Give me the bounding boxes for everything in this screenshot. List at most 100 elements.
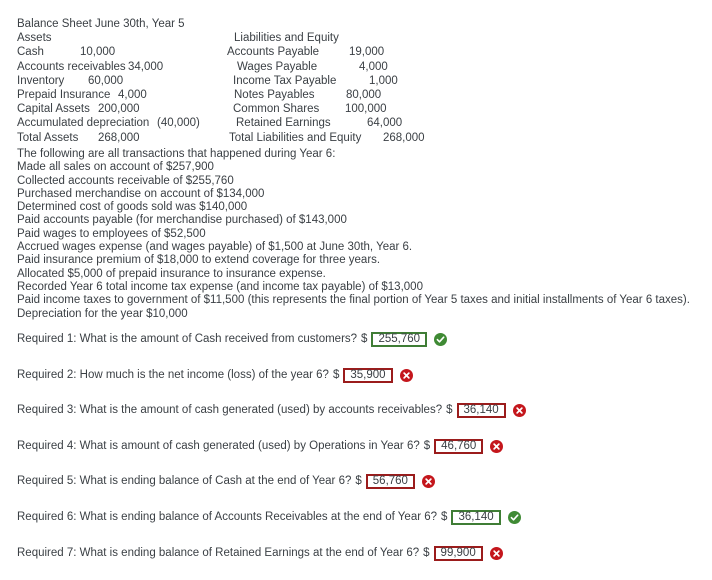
answer-input[interactable]: 99,900 — [433, 545, 483, 561]
x-circle-icon — [421, 475, 435, 489]
balance-sheet-row-label: Income Tax Payable — [233, 74, 337, 87]
x-circle-icon — [512, 404, 526, 418]
currency-symbol: $ — [332, 368, 340, 381]
required-question-text: Required 7: What is ending balance of Re… — [17, 546, 420, 559]
balance-sheet-row: Accounts Payable 19,000 — [224, 45, 524, 59]
transaction-line: Paid income taxes to government of $11,5… — [17, 294, 690, 307]
assets-column: Assets Cash 10,000 Accounts receivables 34,… — [17, 31, 224, 145]
required-question-row: Required 5: What is ending balance of Ca… — [17, 473, 707, 490]
transaction-line: Paid wages to employees of $52,500 — [17, 227, 206, 240]
balance-sheet-row: Retained Earnings 64,000 — [224, 116, 524, 130]
balance-sheet-row-amount: 268,000 — [383, 131, 425, 144]
answer-input[interactable]: 36,140 — [451, 509, 501, 525]
balance-sheet-row-label: Wages Payable — [237, 60, 318, 73]
balance-sheet-row: Income Tax Payable 1,000 — [224, 74, 524, 88]
required-question-row: Required 6: What is ending balance of Ac… — [17, 509, 707, 526]
liabilities-equity-heading: Liabilities and Equity — [224, 31, 524, 45]
transactions-intro: The following are all transactions that … — [17, 148, 336, 160]
transaction-line: Accrued wages expense (and wages payable… — [17, 241, 413, 254]
balance-sheet-row: Capital Assets 200,000 — [17, 102, 224, 116]
assets-rows: Cash 10,000 Accounts receivables 34,000 Inve… — [17, 45, 224, 144]
check-circle-icon — [507, 510, 521, 524]
balance-sheet-row: Total Assets 268,000 — [17, 131, 224, 145]
answer-input[interactable]: 56,760 — [365, 474, 415, 490]
liabilities-equity-heading-label: Liabilities and Equity — [234, 32, 339, 45]
required-question-row: Required 1: What is the amount of Cash r… — [17, 331, 707, 348]
currency-symbol: $ — [441, 510, 448, 523]
balance-sheet-row: Accounts receivables 34,000 — [17, 60, 224, 74]
balance-sheet-row-label: Cash — [17, 46, 44, 59]
check-circle-icon — [434, 333, 448, 346]
balance-sheet-row-amount: 64,000 — [367, 117, 403, 130]
currency-symbol: $ — [423, 439, 431, 452]
balance-sheet-row-amount: (40,000) — [157, 117, 200, 130]
balance-sheet-row: Inventory 60,000 — [17, 74, 224, 88]
required-question-text: Required 6: What is ending balance of Ac… — [17, 510, 438, 523]
required-question-row: Required 4: What is amount of cash gener… — [17, 438, 707, 455]
balance-sheet-row-amount: 19,000 — [349, 46, 385, 59]
required-question-text: Required 4: What is amount of cash gener… — [17, 439, 420, 452]
balance-sheet-row: Prepaid Insurance 4,000 — [17, 88, 224, 102]
balance-sheet-row-label: Total Liabilities and Equity — [229, 131, 362, 144]
x-circle-icon — [489, 546, 503, 560]
answer-input[interactable]: 36,140 — [456, 403, 506, 419]
currency-symbol: $ — [361, 333, 368, 345]
liabilities-equity-rows: Accounts Payable 19,000 Wages Payable 4,000… — [224, 45, 524, 144]
balance-sheet-title: Balance Sheet June 30th, Year 5 — [17, 18, 185, 30]
required-questions-list: Required 1: What is the amount of Cash r… — [17, 331, 707, 580]
transaction-line: Purchased merchandise on account of $134… — [17, 187, 265, 200]
balance-sheet-row-amount: 268,000 — [98, 131, 140, 144]
assets-heading: Assets — [17, 31, 224, 45]
transactions-list: Made all sales on account of $257,900 Col… — [17, 161, 707, 321]
transaction-line: Depreciation for the year $10,000 — [17, 307, 188, 320]
transaction-line: Paid accounts payable (for merchandise p… — [17, 214, 347, 227]
answer-input[interactable]: 46,760 — [434, 438, 484, 454]
liabilities-equity-column: Liabilities and Equity Accounts Payable 1… — [224, 31, 524, 145]
balance-sheet-row: Cash 10,000 — [17, 45, 224, 59]
balance-sheet-row-amount: 200,000 — [98, 103, 140, 116]
transaction-line: Allocated $5,000 of prepaid insurance to… — [17, 267, 326, 280]
answer-input[interactable]: 35,900 — [343, 367, 393, 383]
required-question-text: Required 1: What is the amount of Cash r… — [17, 333, 358, 345]
required-question-text: Required 2: How much is the net income (… — [17, 368, 329, 381]
balance-sheet-row-amount: 4,000 — [118, 88, 147, 101]
balance-sheet-row-amount: 34,000 — [128, 60, 164, 73]
worksheet-page: Balance Sheet June 30th, Year 5 Assets C… — [0, 0, 712, 561]
balance-sheet-row-amount: 60,000 — [88, 74, 124, 87]
balance-sheet-row-label: Prepaid Insurance — [17, 88, 111, 101]
balance-sheet-row-label: Retained Earnings — [236, 117, 331, 130]
balance-sheet-row: Notes Payables 80,000 — [224, 88, 524, 102]
answer-input[interactable]: 255,760 — [371, 332, 428, 347]
required-question-row: Required 2: How much is the net income (… — [17, 367, 707, 384]
transaction-line: Determined cost of goods sold was $140,0… — [17, 201, 248, 214]
balance-sheet-row: Accumulated depreciation (40,000) — [17, 116, 224, 130]
required-question-row: Required 7: What is ending balance of Re… — [17, 545, 707, 562]
balance-sheet-row-amount: 100,000 — [345, 103, 387, 116]
balance-sheet-row-amount: 4,000 — [359, 60, 388, 73]
required-question-row: Required 3: What is the amount of cash g… — [17, 402, 707, 419]
balance-sheet-row-label: Accounts receivables — [17, 60, 126, 73]
balance-sheet-row-label: Inventory — [17, 74, 65, 87]
balance-sheet-row-amount: 1,000 — [369, 74, 398, 87]
balance-sheet-row-label: Accumulated depreciation — [17, 117, 150, 130]
balance-sheet-row-label: Capital Assets — [17, 103, 90, 116]
x-circle-icon — [490, 439, 504, 453]
balance-sheet-row-amount: 80,000 — [346, 88, 382, 101]
transaction-line: Paid insurance premium of $18,000 to ext… — [17, 254, 381, 267]
currency-symbol: $ — [423, 546, 430, 559]
required-question-text: Required 5: What is ending balance of Ca… — [17, 475, 352, 488]
currency-symbol: $ — [355, 475, 362, 488]
balance-sheet-row-label: Total Assets — [17, 131, 79, 144]
assets-heading-label: Assets — [17, 32, 52, 45]
balance-sheet-row: Total Liabilities and Equity 268,000 — [224, 131, 524, 145]
transactions-block: The following are all transactions that … — [17, 148, 707, 321]
balance-sheet-block: Balance Sheet June 30th, Year 5 Assets C… — [17, 17, 697, 145]
balance-sheet-row: Common Shares 100,000 — [224, 102, 524, 116]
transaction-line: Collected accounts receivable of $255,76… — [17, 174, 234, 187]
transaction-line: Made all sales on account of $257,900 — [17, 161, 214, 174]
balance-sheet-row: Wages Payable 4,000 — [224, 60, 524, 74]
transaction-line: Recorded Year 6 total income tax expense… — [17, 280, 423, 293]
currency-symbol: $ — [446, 404, 453, 417]
balance-sheet-row-label: Common Shares — [233, 103, 320, 116]
balance-sheet-table: Assets Cash 10,000 Accounts receivables 34,… — [17, 31, 697, 145]
